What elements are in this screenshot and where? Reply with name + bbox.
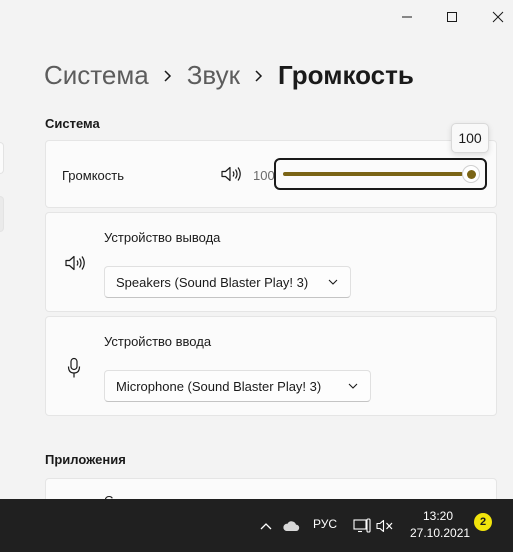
language-indicator[interactable]: РУС — [313, 517, 337, 531]
taskbar: РУС 13:20 27.10.2021 2 — [0, 499, 513, 552]
input-device-title: Устройство ввода — [104, 334, 212, 349]
section-title-apps: Приложения — [45, 452, 126, 467]
volume-muted-icon[interactable] — [374, 499, 396, 552]
chevron-down-icon — [348, 383, 358, 389]
section-title-system: Система — [45, 116, 100, 131]
speaker-icon[interactable] — [220, 165, 242, 188]
minimize-button[interactable] — [384, 4, 430, 30]
volume-slider[interactable] — [274, 158, 487, 190]
chevron-up-icon[interactable] — [256, 499, 276, 552]
microphone-icon — [67, 357, 81, 384]
clock-time: 13:20 — [422, 509, 454, 523]
volume-slider-thumb[interactable] — [462, 165, 480, 183]
chevron-right-icon — [254, 69, 264, 83]
chevron-down-icon — [328, 279, 338, 285]
nav-item-selected-edge[interactable] — [0, 196, 4, 232]
display-icon[interactable] — [351, 499, 373, 552]
page-title: Громкость — [278, 60, 414, 90]
volume-value: 100 — [253, 168, 275, 183]
volume-tooltip: 100 — [451, 123, 489, 153]
cloud-icon[interactable] — [279, 499, 303, 552]
notification-badge[interactable]: 2 — [474, 513, 492, 531]
input-device-dropdown[interactable]: Microphone (Sound Blaster Play! 3) — [104, 370, 371, 402]
breadcrumb-item-sound[interactable]: Звук — [187, 60, 240, 91]
clock-date: 27.10.2021 — [410, 526, 471, 540]
volume-card: Громкость 100 — [45, 140, 497, 208]
output-device-card: Устройство вывода Speakers (Sound Blaste… — [45, 212, 497, 312]
close-icon — [492, 11, 504, 23]
output-device-title: Устройство вывода — [104, 230, 221, 245]
chevron-right-icon — [163, 69, 173, 83]
nav-panel-edge — [0, 142, 4, 174]
maximize-icon — [447, 12, 457, 22]
output-device-dropdown[interactable]: Speakers (Sound Blaster Play! 3) — [104, 266, 351, 298]
clock[interactable]: 13:20 27.10.2021 — [410, 508, 471, 542]
maximize-button[interactable] — [429, 4, 475, 30]
volume-label: Громкость — [62, 168, 124, 183]
minimize-icon — [402, 16, 412, 18]
breadcrumb-item-system[interactable]: Система — [44, 60, 149, 91]
volume-slider-track — [283, 172, 463, 176]
app-card[interactable]: С — [45, 478, 497, 499]
output-device-selected: Speakers (Sound Blaster Play! 3) — [116, 274, 309, 290]
input-device-card: Устройство ввода Microphone (Sound Blast… — [45, 316, 497, 416]
speaker-icon — [64, 254, 86, 277]
input-device-selected: Microphone (Sound Blaster Play! 3) — [116, 378, 322, 394]
close-button[interactable] — [475, 4, 513, 30]
settings-window: Система Звук Громкость Система Громкость… — [0, 0, 513, 499]
breadcrumb: Система Звук Громкость — [44, 60, 414, 91]
